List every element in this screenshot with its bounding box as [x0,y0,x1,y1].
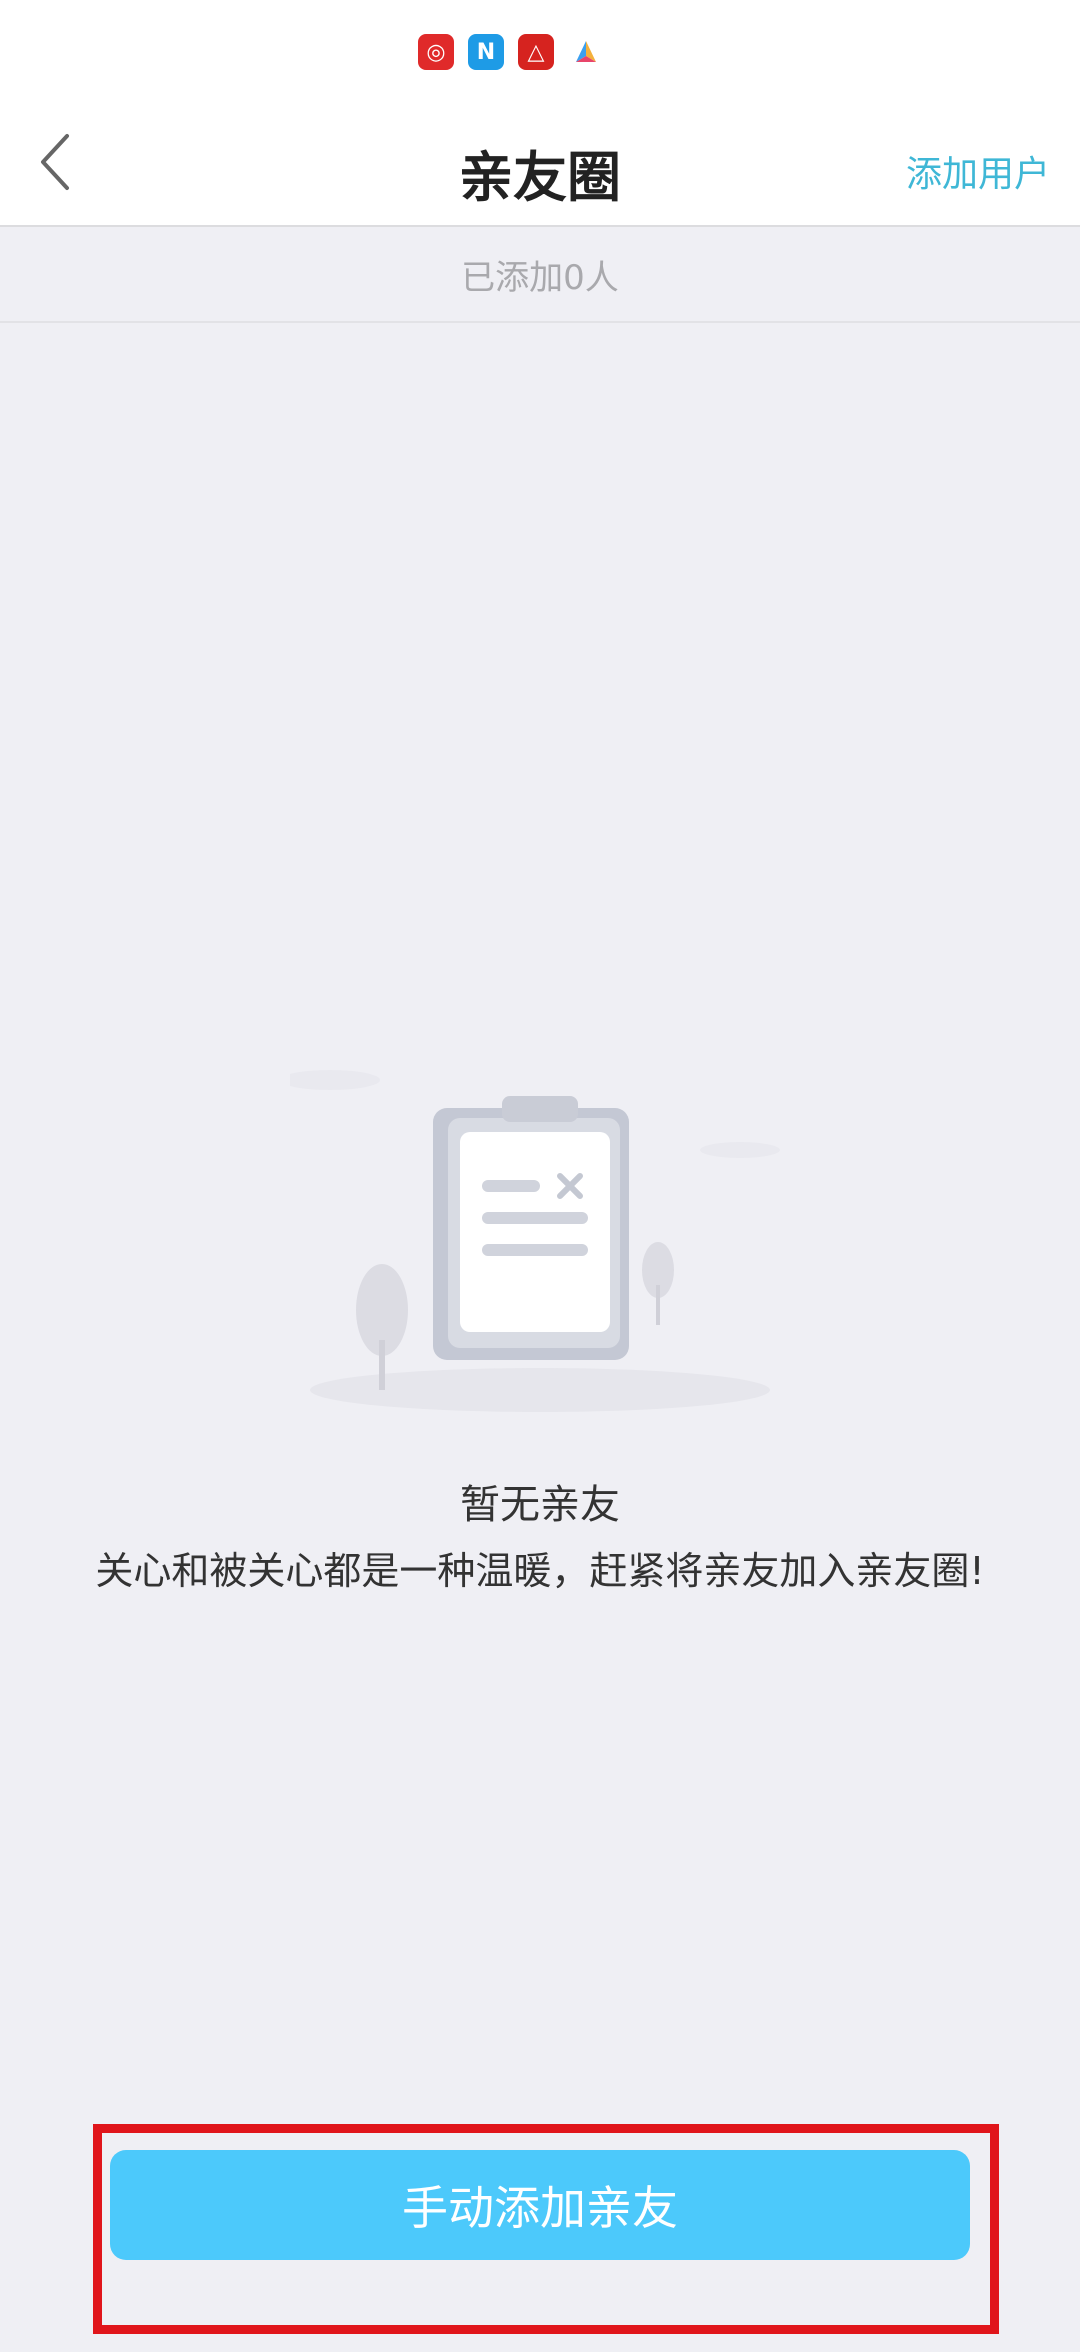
added-count-text: 已添加0人 [0,227,1080,323]
colorful-a-icon [568,34,604,70]
empty-title: 暂无亲友 [460,1482,620,1528]
nav-bar: 亲友圈 添加用户 [0,105,1080,227]
empty-description: 关心和被关心都是一种温暖，赶紧将亲友加入亲友圈! [95,1549,985,1593]
status-bar: ◎ N △ [0,0,1080,105]
n-app-icon: N [468,34,504,70]
manual-add-friend-button[interactable]: 手动添加亲友 [110,2150,970,2260]
add-user-button[interactable]: 添加用户 [906,145,1050,197]
netease-music-icon: ◎ [418,34,454,70]
triangle-app-icon: △ [518,34,554,70]
empty-clipboard-illustration [280,1060,790,1420]
notification-icons: ◎ N △ [418,34,604,70]
